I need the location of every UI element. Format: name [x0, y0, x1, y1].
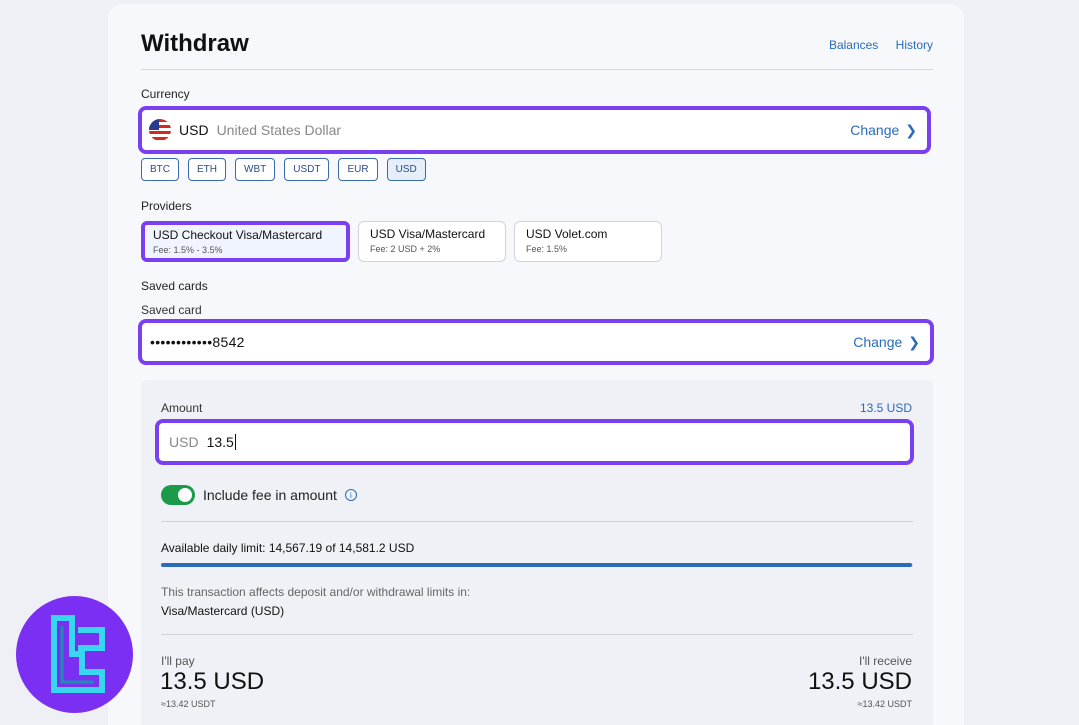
currency-label: Currency: [141, 87, 190, 101]
chevron-right-icon: ❯: [908, 333, 920, 350]
card-change-button[interactable]: Change ❯: [853, 334, 920, 351]
chip-eth[interactable]: ETH: [188, 158, 226, 181]
currency-change-button[interactable]: Change ❯: [850, 122, 917, 139]
currency-chips: BTC ETH WBT USDT EUR USD: [141, 158, 435, 181]
currency-code: USD: [179, 122, 209, 138]
pay-label: I'll pay: [161, 654, 195, 668]
currency-selector[interactable]: USD United States Dollar Change ❯: [138, 106, 931, 154]
saved-cards-label: Saved cards: [141, 279, 208, 293]
history-link[interactable]: History: [896, 38, 933, 52]
chip-eur[interactable]: EUR: [338, 158, 378, 181]
pay-approx: ≈13.42 USDT: [161, 699, 216, 709]
brand-logo: [16, 596, 133, 713]
chevron-right-icon: ❯: [905, 121, 917, 138]
provider-volet[interactable]: USD Volet.com Fee: 1.5%: [514, 221, 662, 262]
card-number: ••••••••••••8542: [150, 334, 245, 350]
saved-card-selector[interactable]: ••••••••••••8542 Change ❯: [138, 319, 934, 365]
withdraw-header: Withdraw Balances History: [141, 30, 933, 70]
saved-card-sublabel: Saved card: [141, 303, 202, 317]
amount-value: 13.5: [206, 434, 236, 450]
provider-name: USD Checkout Visa/Mastercard: [153, 228, 323, 242]
providers-label: Providers: [141, 199, 192, 213]
receive-label: I'll receive: [859, 654, 912, 668]
provider-list: USD Checkout Visa/Mastercard Fee: 1.5% -…: [141, 221, 670, 262]
limit-progress-fill: [161, 563, 913, 567]
divider: [161, 634, 913, 635]
amount-label: Amount: [161, 401, 203, 415]
provider-name: USD Volet.com: [526, 227, 608, 241]
limits-note-method: Visa/Mastercard (USD): [161, 604, 285, 618]
include-fee-row: Include fee in amount i: [161, 485, 357, 505]
page-title: Withdraw: [141, 30, 249, 57]
chip-usdt[interactable]: USDT: [284, 158, 330, 181]
include-fee-label: Include fee in amount: [203, 487, 337, 503]
provider-name: USD Visa/Mastercard: [370, 227, 486, 241]
receive-approx: ≈13.42 USDT: [857, 699, 912, 709]
chip-btc[interactable]: BTC: [141, 158, 179, 181]
pay-amount: 13.5 USD: [160, 668, 265, 695]
amount-currency: USD: [169, 434, 199, 450]
daily-limit-text: Available daily limit: 14,567.19 of 14,5…: [161, 541, 415, 555]
provider-fee: Fee: 1.5% - 3.5%: [153, 245, 223, 255]
chip-usd[interactable]: USD: [386, 158, 426, 181]
tc-logo-icon: [51, 615, 105, 693]
provider-visa[interactable]: USD Visa/Mastercard Fee: 2 USD + 2%: [358, 221, 506, 262]
receive-amount: 13.5 USD: [807, 668, 912, 695]
change-label: Change: [850, 122, 900, 138]
amount-max-link[interactable]: 13.5 USD: [860, 401, 912, 415]
limits-note: This transaction affects deposit and/or …: [161, 585, 471, 599]
us-flag-icon: [149, 119, 171, 141]
divider: [161, 521, 913, 522]
chip-wbt[interactable]: WBT: [235, 158, 276, 181]
include-fee-toggle[interactable]: [161, 485, 195, 505]
limit-progress-bar: [161, 563, 913, 567]
info-icon[interactable]: i: [344, 489, 357, 501]
balances-link[interactable]: Balances: [829, 38, 878, 52]
amount-input[interactable]: USD 13.5: [155, 419, 914, 465]
provider-checkout-visa[interactable]: USD Checkout Visa/Mastercard Fee: 1.5% -…: [141, 221, 350, 262]
provider-fee: Fee: 1.5%: [526, 244, 568, 254]
provider-fee: Fee: 2 USD + 2%: [370, 244, 441, 254]
header-links: Balances History: [815, 38, 933, 52]
currency-name: United States Dollar: [216, 122, 342, 138]
change-label: Change: [853, 334, 903, 350]
